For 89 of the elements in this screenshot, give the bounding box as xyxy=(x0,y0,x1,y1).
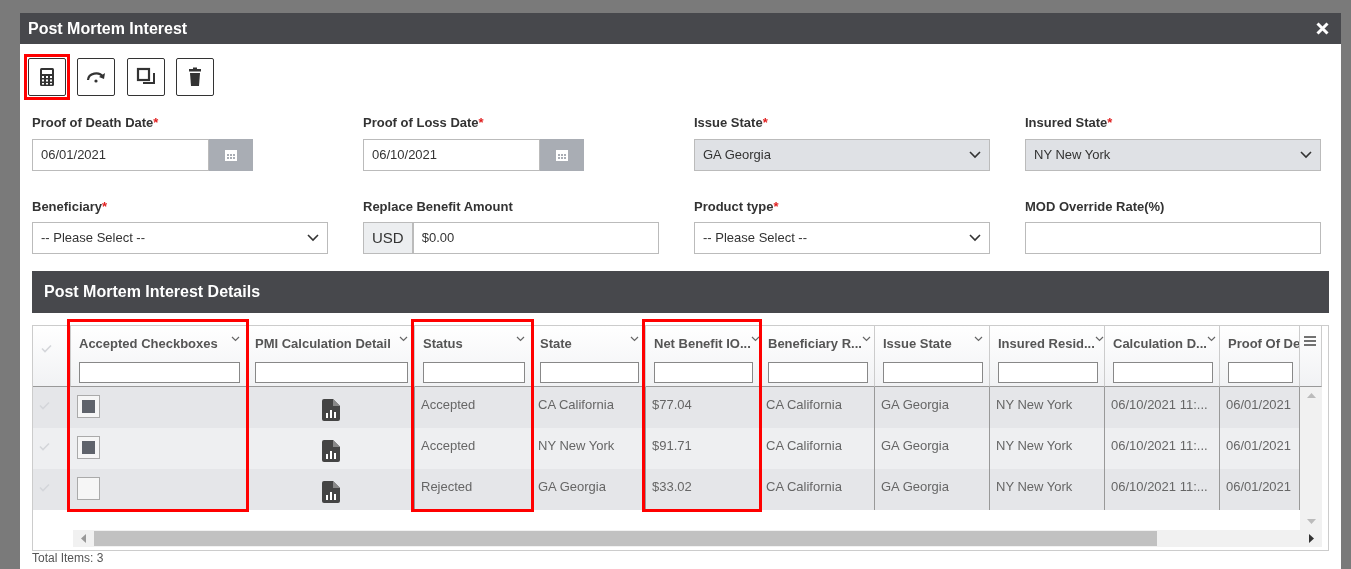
checkbox[interactable] xyxy=(77,395,100,418)
table-cell: CA California xyxy=(538,397,614,412)
horizontal-scrollbar[interactable] xyxy=(73,530,1322,547)
toolbar-button[interactable] xyxy=(126,58,165,96)
table-cell: 06/01/2021 xyxy=(1226,438,1292,453)
column-header[interactable]: Status xyxy=(423,334,463,354)
filter-field[interactable] xyxy=(654,361,753,383)
table-cell: 06/01/2021 xyxy=(1226,479,1292,494)
table-cell: NY New York xyxy=(996,397,1073,412)
field-label: MOD Override Rate(%) xyxy=(1025,197,1166,216)
filter-field[interactable] xyxy=(998,361,1098,383)
checkbox[interactable] xyxy=(77,436,100,459)
table-cell: Rejected xyxy=(421,479,473,494)
chevron-down-icon[interactable] xyxy=(1206,336,1216,342)
chevron-down-icon[interactable] xyxy=(750,336,759,342)
table-cell: GA Georgia xyxy=(881,397,949,412)
column-header[interactable]: Issue State xyxy=(883,334,952,354)
currency-label: USD xyxy=(363,222,413,254)
checkmark-icon xyxy=(41,344,52,354)
column-header[interactable]: State xyxy=(540,334,572,354)
copy-icon xyxy=(135,67,156,87)
table-cell: GA Georgia xyxy=(538,479,606,494)
close-icon[interactable] xyxy=(1316,22,1329,35)
section-header: Post Mortem Interest Details xyxy=(32,271,1329,313)
table-cell: Accepted xyxy=(421,438,476,453)
table-cell: 06/01/2021 xyxy=(1226,397,1292,412)
select-field[interactable]: -- Please Select -- xyxy=(32,222,328,254)
calculator-icon xyxy=(37,67,57,87)
table-cell: 06/10/2021 11:... xyxy=(1111,438,1208,453)
table-cell: NY New York xyxy=(538,438,615,453)
field-label: Issue State* xyxy=(694,114,769,132)
report-icon[interactable] xyxy=(321,481,340,503)
filter-field[interactable] xyxy=(768,361,868,383)
amount-field[interactable]: $0.00 xyxy=(412,222,659,254)
table-cell: CA California xyxy=(766,479,842,494)
total-items: Total Items: 3 xyxy=(32,551,104,565)
table-cell: NY New York xyxy=(996,438,1073,453)
calendar-icon xyxy=(556,148,568,161)
table-cell: GA Georgia xyxy=(881,479,949,494)
chevron-down-icon[interactable] xyxy=(630,336,639,342)
table-cell: 06/10/2021 11:... xyxy=(1111,479,1208,494)
chevron-down-icon xyxy=(969,150,981,159)
checkbox[interactable] xyxy=(77,477,100,500)
menu-icon[interactable] xyxy=(1303,334,1317,347)
filter-field[interactable] xyxy=(255,361,408,383)
filter-field[interactable] xyxy=(1113,361,1213,383)
filter-field[interactable] xyxy=(79,361,240,383)
text-field[interactable] xyxy=(1025,222,1321,254)
chevron-down-icon xyxy=(307,234,319,242)
field-label: Replace Benefit Amount xyxy=(363,197,514,216)
scroll-left-icon[interactable] xyxy=(81,534,86,543)
chevron-down-icon[interactable] xyxy=(231,336,240,342)
table-cell: $33.02 xyxy=(652,479,692,494)
field-label: Proof of Loss Date* xyxy=(363,114,485,132)
select-field[interactable]: -- Please Select -- xyxy=(694,222,990,254)
filter-field[interactable] xyxy=(883,361,983,383)
scrollbar-thumb[interactable] xyxy=(94,531,1157,546)
table-cell: Accepted xyxy=(421,397,476,412)
chevron-down-icon xyxy=(969,234,981,242)
table-cell: CA California xyxy=(766,397,842,412)
table-cell: CA California xyxy=(766,438,842,453)
table-cell: $77.04 xyxy=(652,397,692,412)
chevron-down-icon[interactable] xyxy=(974,336,983,342)
toolbar-button[interactable] xyxy=(175,58,214,96)
filter-field[interactable] xyxy=(1228,361,1293,383)
report-icon[interactable] xyxy=(321,440,340,462)
table-cell: 06/10/2021 11:... xyxy=(1111,397,1208,412)
calendar-icon xyxy=(225,148,237,161)
window-title: Post Mortem Interest xyxy=(28,18,188,39)
chevron-down-icon[interactable] xyxy=(399,336,408,342)
table-cell: NY New York xyxy=(996,479,1073,494)
table-cell: $91.71 xyxy=(652,438,692,453)
chevron-down-icon[interactable] xyxy=(861,336,871,342)
chevron-down-icon[interactable] xyxy=(1094,336,1104,342)
filter-field[interactable] xyxy=(423,361,525,383)
date-field[interactable]: 06/10/2021 xyxy=(363,138,540,171)
field-label: Proof of Death Date* xyxy=(32,114,160,132)
field-label: Insured State* xyxy=(1025,114,1114,132)
filter-field[interactable] xyxy=(540,361,639,383)
field-label: Product type* xyxy=(694,197,780,216)
field-label: Beneficiary* xyxy=(32,197,109,216)
report-icon[interactable] xyxy=(321,399,340,421)
checkmark-icon xyxy=(39,442,50,452)
toolbar-button[interactable] xyxy=(77,58,116,96)
chevron-down-icon xyxy=(1300,150,1312,159)
date-field[interactable]: 06/01/2021 xyxy=(32,138,209,171)
chevron-down-icon[interactable] xyxy=(516,336,525,342)
scroll-right-icon[interactable] xyxy=(1309,534,1314,543)
table-cell: GA Georgia xyxy=(881,438,949,453)
